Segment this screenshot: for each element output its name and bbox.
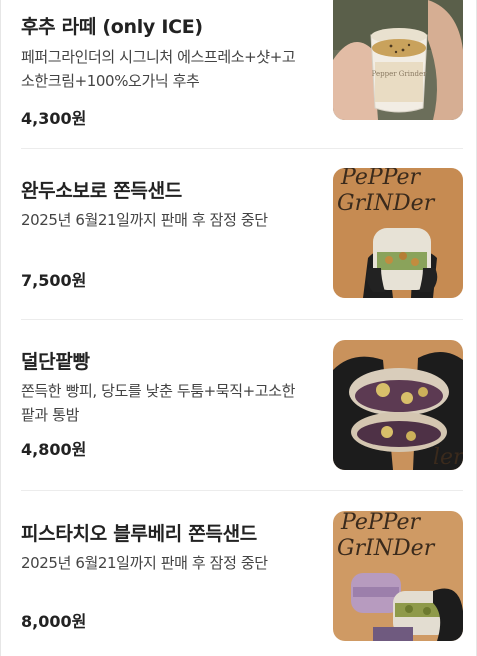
menu-item-price: 8,000원 — [21, 612, 87, 631]
menu-item-photo: PePPer GrINDer — [333, 511, 463, 641]
menu-item-price: 7,500원 — [21, 271, 87, 290]
menu-item-description: 페퍼그라인더의 시그니처 에스프레소+샷+고소한크림+100%오가닉 후추 — [21, 48, 296, 90]
svg-text:PePPer: PePPer — [340, 511, 421, 535]
svg-text:PePPer: PePPer — [340, 168, 421, 190]
menu-item-description: 2025년 6월21일까지 판매 후 잠정 중단 — [21, 554, 268, 572]
menu-item-pea-soboro-sandwich[interactable]: 완두소보로 쫀득샌드 2025년 6월21일까지 판매 후 잠정 중단 7,50… — [21, 148, 463, 298]
menu-item-red-bean-bread[interactable]: 덜단팥빵 쫀득한 빵피, 당도를 낮춘 두툼+묵직+고소한 팥과 통밤 4,80… — [21, 319, 463, 470]
menu-item-photo: ler — [333, 340, 463, 470]
menu-page: 후추 라떼 (only ICE) 페퍼그라인더의 시그니처 에스프레소+샷+고소… — [0, 0, 477, 656]
menu-item-description: 쫀득한 빵피, 당도를 낮춘 두툼+묵직+고소한 팥과 통밤 — [21, 382, 295, 424]
menu-item-name: 후추 라떼 (only ICE) — [21, 16, 203, 38]
svg-text:GrINDer: GrINDer — [337, 191, 436, 216]
red-bean-bread-photo: ler — [333, 340, 463, 470]
menu-item-price: 4,300원 — [21, 109, 87, 128]
menu-item-price: 4,800원 — [21, 440, 87, 459]
pepper-latte-photo: Pepper Grinder — [333, 0, 463, 120]
menu-item-name: 피스타치오 블루베리 쫀득샌드 — [21, 523, 257, 545]
menu-item-name: 덜단팥빵 — [21, 351, 90, 373]
svg-text:ler: ler — [433, 445, 463, 470]
menu-item-description: 2025년 6월21일까지 판매 후 잠정 중단 — [21, 211, 268, 229]
menu-item-photo: Pepper Grinder — [333, 0, 463, 120]
menu-item-photo: PePPer GrINDer — [333, 168, 463, 298]
menu-item-name: 완두소보로 쫀득샌드 — [21, 180, 182, 202]
svg-text:GrINDer: GrINDer — [337, 536, 436, 561]
pistachio-blueberry-sandwich-photo: PePPer GrINDer — [333, 511, 463, 641]
pea-soboro-sandwich-photo: PePPer GrINDer — [333, 168, 463, 298]
svg-text:Pepper Grinder: Pepper Grinder — [372, 70, 428, 78]
menu-item-pistachio-blueberry-sandwich[interactable]: 피스타치오 블루베리 쫀득샌드 2025년 6월21일까지 판매 후 잠정 중단… — [21, 490, 463, 641]
left-border — [0, 0, 1, 656]
menu-item-pepper-latte[interactable]: 후추 라떼 (only ICE) 페퍼그라인더의 시그니처 에스프레소+샷+고소… — [21, 0, 463, 130]
